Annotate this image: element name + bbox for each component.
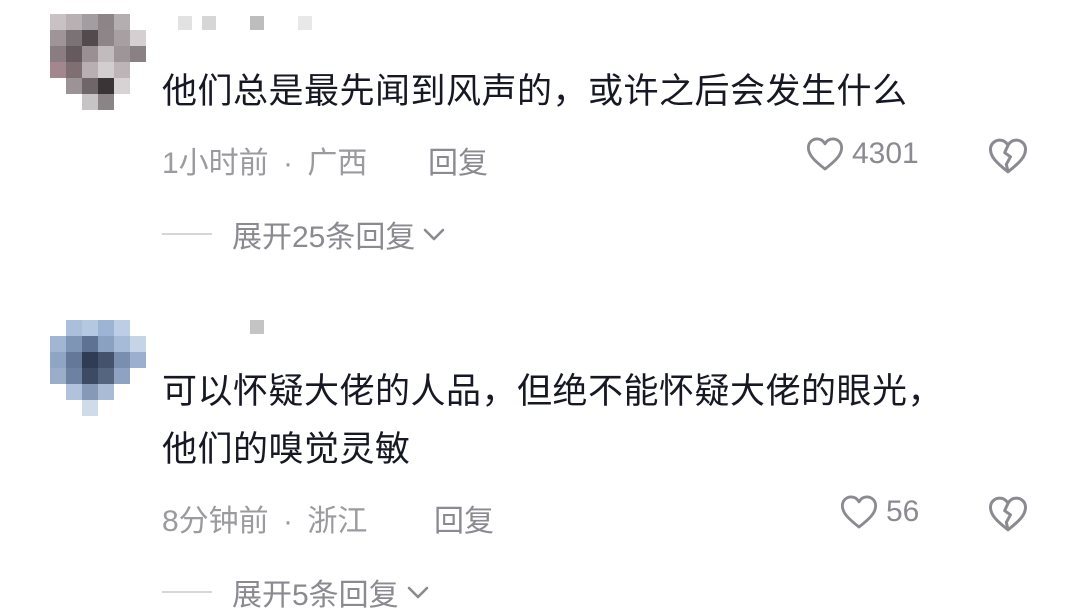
chevron-down-icon xyxy=(407,586,428,599)
comment-meta: 8分钟前 · 浙江 xyxy=(162,496,367,540)
like-button[interactable]: 4301 xyxy=(806,136,919,172)
comment-list: 他们总是最先闻到风声的，或许之后会发生什么 1小时前 · 广西 回复 4301 … xyxy=(0,0,1080,613)
broken-heart-icon[interactable] xyxy=(988,494,1028,534)
expand-replies-label: 展开5条回复 xyxy=(232,579,399,612)
comment-text: 可以怀疑大佬的人品，但绝不能怀疑大佬的眼光， 他们的嗅觉灵敏 xyxy=(162,366,1042,476)
divider-line xyxy=(162,233,212,235)
comment-location: 浙江 xyxy=(307,505,368,538)
comment-meta: 1小时前 · 广西 xyxy=(162,138,367,182)
username-redacted[interactable] xyxy=(178,320,264,334)
reply-button[interactable]: 回复 xyxy=(428,138,488,182)
comment-location: 广西 xyxy=(307,147,368,180)
heart-outline-icon xyxy=(806,137,844,171)
avatar[interactable] xyxy=(50,320,146,416)
comment-item: 可以怀疑大佬的人品，但绝不能怀疑大佬的眼光， 他们的嗅觉灵敏 8分钟前 · 浙江… xyxy=(0,300,1080,613)
username-redacted[interactable] xyxy=(178,16,312,30)
comment-time: 8分钟前 xyxy=(162,505,269,538)
avatar[interactable] xyxy=(50,14,146,110)
broken-heart-icon[interactable] xyxy=(988,136,1028,176)
like-count: 4301 xyxy=(852,137,919,170)
expand-replies-button[interactable]: 展开5条回复 xyxy=(162,570,431,613)
meta-separator: · xyxy=(283,505,294,538)
heart-outline-icon xyxy=(840,495,878,529)
expand-replies-label: 展开25条回复 xyxy=(232,221,416,254)
comment-item: 他们总是最先闻到风声的，或许之后会发生什么 1小时前 · 广西 回复 4301 … xyxy=(0,0,1080,270)
reply-button[interactable]: 回复 xyxy=(434,496,494,540)
comment-time: 1小时前 xyxy=(162,147,269,180)
divider-line xyxy=(162,591,212,593)
comment-text-line: 可以怀疑大佬的人品，但绝不能怀疑大佬的眼光， xyxy=(162,372,944,411)
like-count: 56 xyxy=(886,495,920,528)
like-button[interactable]: 56 xyxy=(840,494,919,530)
comment-text-line: 他们的嗅觉灵敏 xyxy=(162,430,411,469)
meta-separator: · xyxy=(283,147,294,180)
expand-replies-button[interactable]: 展开25条回复 xyxy=(162,212,447,256)
comment-text: 他们总是最先闻到风声的，或许之后会发生什么 xyxy=(162,72,908,111)
chevron-down-icon xyxy=(424,228,445,241)
